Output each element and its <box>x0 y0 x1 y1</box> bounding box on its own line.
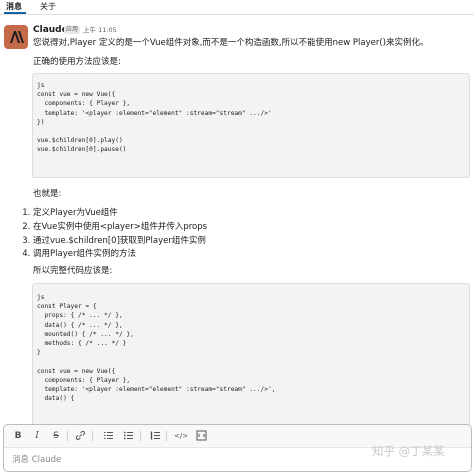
message-intro: 您说得对,Player 定义的是一个Vue组件对象,而不是一个构造函数,所以不能… <box>33 38 429 48</box>
italic-icon[interactable]: I <box>31 430 43 442</box>
blockquote-glyph <box>150 431 160 440</box>
tab-about[interactable]: 关于 <box>40 1 56 12</box>
list-item: 通过vue.$children[0]获取到Player组件实例 <box>33 235 207 249</box>
avatar[interactable] <box>4 25 28 49</box>
tab-messages[interactable]: 消息 <box>6 1 22 12</box>
toolbar-divider <box>67 431 68 441</box>
timestamp[interactable]: 上午 11:05 <box>83 26 117 35</box>
bulleted-list-icon[interactable] <box>122 430 134 442</box>
list-item: 调用Player组件实例的方法 <box>33 248 207 262</box>
active-tab-indicator <box>4 12 26 14</box>
code-icon[interactable]: </> <box>174 430 188 442</box>
strikethrough-icon[interactable]: S <box>50 430 62 442</box>
bold-icon[interactable]: B <box>12 430 24 442</box>
link-icon[interactable] <box>74 430 86 442</box>
code-block-glyph <box>196 430 206 441</box>
watermark: 知乎 @丁某某 <box>372 444 445 458</box>
message-input[interactable]: 消息 Claude <box>12 455 61 466</box>
full-code-label: 所以完整代码应该是: <box>33 266 113 276</box>
toolbar-divider <box>166 431 167 441</box>
anthropic-logo-icon <box>10 31 24 43</box>
that-is-label: 也就是: <box>33 189 62 199</box>
list-item: 定义Player为Vue组件 <box>33 207 207 221</box>
link-icon-glyph <box>75 430 85 440</box>
app-badge: 应用 <box>64 26 81 34</box>
code-block: js const vue = new Vue({ components: { P… <box>32 73 470 178</box>
code-block-icon[interactable] <box>195 430 207 442</box>
numbered-list-icon[interactable] <box>102 430 114 442</box>
correct-usage-label: 正确的使用方法应该是: <box>33 57 121 67</box>
toolbar-divider <box>140 431 141 441</box>
steps-list: 定义Player为Vue组件 在Vue实例中使用<player>组件并传入pro… <box>20 207 207 262</box>
code-block-content: js const vue = new Vue({ components: { P… <box>37 82 272 154</box>
author-name[interactable]: Claude <box>33 24 68 36</box>
tab-bar: 消息 关于 <box>0 0 474 15</box>
list-item: 在Vue实例中使用<player>组件并传入props <box>33 221 207 235</box>
numbered-list-glyph <box>103 432 113 439</box>
blockquote-icon[interactable] <box>149 430 161 442</box>
bulleted-list-glyph <box>123 431 133 440</box>
code-block-content: js const Player = { props: { /* ... */ }… <box>37 294 276 403</box>
code-block: js const Player = { props: { /* ... */ }… <box>32 283 470 427</box>
toolbar-divider <box>92 431 93 441</box>
